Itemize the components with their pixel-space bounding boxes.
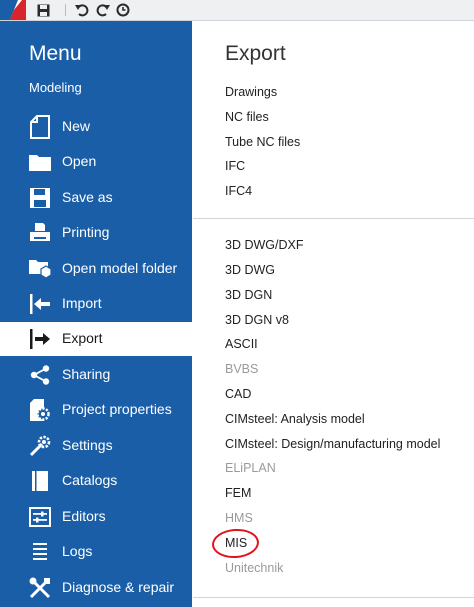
red-circle-annotation [211,527,260,560]
catalog-book-icon [28,468,52,494]
menu-item-project-properties[interactable]: Project properties [0,393,192,427]
export-ascii-link[interactable]: ASCII [225,337,258,351]
menu-item-settings[interactable]: Settings [0,429,192,463]
export-3d-dwg-link[interactable]: 3D DWG [225,263,275,277]
export-cad-link[interactable]: CAD [225,387,251,401]
menu-item-label: Diagnose & repair [62,579,175,595]
menu-item-save-as[interactable]: Save as [0,181,192,215]
menu-item-sharing[interactable]: Sharing [0,358,192,392]
export-tube-nc-files-link[interactable]: Tube NC files [225,135,300,149]
menu-item-logs[interactable]: Logs [0,535,192,569]
project-properties-icon [28,397,52,423]
menu-item-label: Logs [62,543,93,559]
menu-item-label: New [62,118,91,134]
section-divider [193,597,474,598]
export-drawings-link[interactable]: Drawings [225,85,277,99]
menu-item-label: Printing [62,224,110,240]
menu-item-label: Import [62,295,102,311]
export-bvbs-link: BVBS [225,362,259,376]
export-cimsteel-design-link[interactable]: CIMsteel: Design/manufacturing model [225,437,440,451]
toolbar-separator [65,4,66,16]
menu-item-label: Editors [62,508,106,524]
history-icon[interactable] [114,0,132,20]
export-ifc4-link[interactable]: IFC4 [225,184,252,198]
export-icon [28,326,52,352]
diagnose-repair-icon [28,575,52,601]
settings-tools-icon [28,433,52,459]
editors-sliders-icon [28,504,52,530]
menu-item-label: Sharing [62,366,111,382]
menu-item-label: Settings [62,437,113,453]
logs-icon [28,539,52,565]
save-icon [28,185,52,211]
export-unitechnik-link: Unitechnik [225,561,284,575]
undo-icon[interactable] [73,0,91,20]
export-cimsteel-analysis-link[interactable]: CIMsteel: Analysis model [225,412,365,426]
export-nc-files-link[interactable]: NC files [225,110,269,124]
menu-item-printing[interactable]: Printing [0,216,192,250]
menu-item-label: Open model folder [62,260,178,276]
menu-item-new[interactable]: New [0,110,192,144]
menu-item-open[interactable]: Open [0,145,192,179]
folder-icon [28,149,52,175]
redo-icon[interactable] [94,0,112,20]
menu-item-open-model-folder[interactable]: Open model folder [0,252,192,286]
export-fem-link[interactable]: FEM [225,486,251,500]
import-icon [28,291,52,317]
menu-item-label: Save as [62,189,113,205]
export-hms-link: HMS [225,511,253,525]
save-icon[interactable] [34,0,52,20]
menu-item-label: Open [62,153,97,169]
menu-item-editors[interactable]: Editors [0,500,192,534]
menu-item-diagnose-repair[interactable]: Diagnose & repair [0,571,192,605]
menu-item-label: Project properties [62,401,172,417]
export-3d-dgn-link[interactable]: 3D DGN [225,288,272,302]
menu-item-export[interactable]: Export [0,322,192,356]
new-document-icon [28,114,52,140]
menu-item-label: Catalogs [62,472,118,488]
menu-title: Menu [29,42,82,65]
app-logo-icon [0,0,26,20]
share-icon [28,362,52,388]
export-3d-dgn-v8-link[interactable]: 3D DGN v8 [225,313,289,327]
export-ifc-link[interactable]: IFC [225,159,245,173]
menu-item-label: Export [62,330,103,346]
quick-access-toolbar [0,0,474,21]
menu-item-catalogs[interactable]: Catalogs [0,464,192,498]
model-folder-icon [28,256,52,282]
menu-item-import[interactable]: Import [0,287,192,321]
page-title: Export [225,42,286,65]
export-3d-dwg-dxf-link[interactable]: 3D DWG/DXF [225,238,303,252]
printer-icon [28,220,52,246]
section-divider [193,218,474,219]
export-eliplan-link: ELiPLAN [225,461,276,475]
menu-context-label: Modeling [29,80,82,95]
